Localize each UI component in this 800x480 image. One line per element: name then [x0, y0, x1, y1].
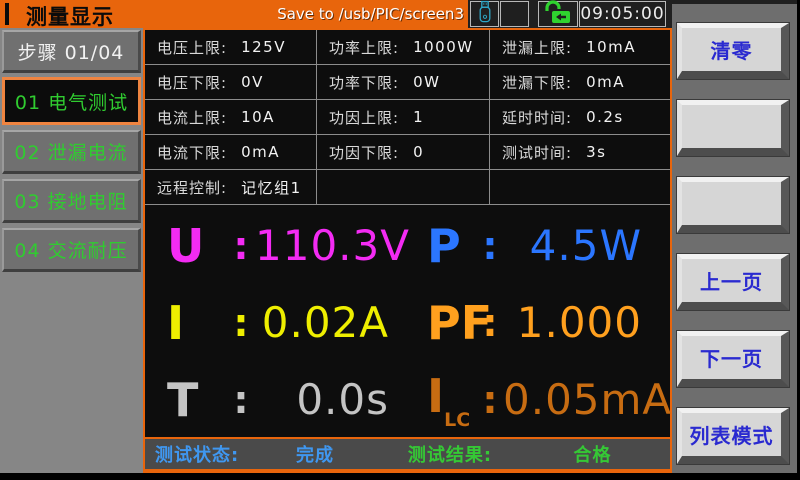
time-reading-value: 0.0s [255, 375, 389, 424]
param-cell: 电流上限:10A [145, 100, 317, 135]
main-panel: 电压上限:125V 功率上限:1000W 泄漏上限:10mA 电压下限:0V 功… [143, 28, 672, 473]
usb-drive-icon [477, 0, 493, 28]
measurement-readouts: U : 110.3V P : 4.5W I : 0.02A PF : 1.000… [145, 207, 670, 437]
empty-status-cell [500, 1, 529, 27]
page-title: 测量显示 [26, 1, 114, 31]
measurement-row: I : 0.02A PF : 1.000 [145, 284, 670, 361]
step-sidebar: 步骤 01/04 01 电气测试 02 泄漏电流 03 接地电阻 04 交流耐压 [0, 28, 143, 473]
param-cell: 功因下限:0 [317, 135, 490, 170]
softkey-blank-1[interactable] [677, 100, 789, 156]
param-cell: 测试时间:3s [490, 135, 670, 170]
softkey-panel: 清零 上一页 下一页 列表模式 [672, 4, 797, 473]
clock-display: 09:05:00 [579, 1, 666, 27]
sidebar-item-ground-resistance[interactable]: 03 接地电阻 [2, 179, 141, 223]
param-cell: 电压下限:0V [145, 65, 317, 100]
test-result-value: 合格 [515, 441, 670, 467]
param-cell: 延时时间:0.2s [490, 100, 670, 135]
top-accent-mark [5, 3, 9, 25]
measurement-row: T : 0.0s ILC : 0.05mA [145, 361, 670, 438]
param-cell: 功率上限:1000W [317, 30, 490, 65]
param-cell [317, 170, 490, 205]
status-bar: 测试状态: 完成 测试结果: 合格 [143, 437, 672, 471]
power-reading-label: P [427, 219, 477, 273]
voltage-reading-label: U [167, 219, 227, 273]
leakage-current-value: 0.05mA [503, 375, 642, 424]
step-indicator: 步骤 01/04 [2, 30, 141, 73]
test-state-value: 完成 [245, 441, 385, 467]
lock-status-cell [538, 1, 578, 27]
previous-page-button[interactable]: 上一页 [677, 254, 789, 310]
param-cell: 远程控制:记忆组1 [145, 170, 317, 205]
usb-status-cell [470, 1, 499, 27]
test-state-label: 测试状态: [155, 441, 245, 467]
sidebar-item-electrical-test[interactable]: 01 电气测试 [2, 77, 141, 125]
parameter-table: 电压上限:125V 功率上限:1000W 泄漏上限:10mA 电压下限:0V 功… [145, 30, 670, 205]
sidebar-item-ac-withstand[interactable]: 04 交流耐压 [2, 228, 141, 272]
param-cell: 电压上限:125V [145, 30, 317, 65]
param-cell: 功率下限:0W [317, 65, 490, 100]
next-page-button[interactable]: 下一页 [677, 331, 789, 387]
leakage-current-label: ILC [427, 369, 477, 431]
clear-zero-button[interactable]: 清零 [677, 23, 789, 79]
param-cell: 泄漏上限:10mA [490, 30, 670, 65]
save-path-text: Save to /usb/PIC/screen3 [277, 5, 464, 23]
voltage-reading-value: 110.3V [255, 221, 389, 270]
measurement-display-screen: 测量显示 Save to /usb/PIC/screen3 [0, 0, 800, 480]
time-reading-label: T [167, 373, 227, 427]
test-result-label: 测试结果: [385, 441, 515, 467]
list-mode-button[interactable]: 列表模式 [677, 408, 789, 464]
param-cell: 电流下限:0mA [145, 135, 317, 170]
bottom-bezel [0, 473, 800, 480]
param-cell [490, 170, 670, 205]
unlock-icon [543, 0, 573, 28]
measurement-row: U : 110.3V P : 4.5W [145, 207, 670, 284]
power-factor-value: 1.000 [503, 298, 642, 347]
softkey-blank-2[interactable] [677, 177, 789, 233]
current-reading-label: I [167, 296, 227, 350]
param-cell: 泄漏下限:0mA [490, 65, 670, 100]
current-reading-value: 0.02A [255, 298, 389, 347]
param-cell: 功因上限:1 [317, 100, 490, 135]
sidebar-item-leakage-current[interactable]: 02 泄漏电流 [2, 130, 141, 174]
power-factor-label: PF [427, 296, 477, 350]
power-reading-value: 4.5W [503, 221, 642, 270]
